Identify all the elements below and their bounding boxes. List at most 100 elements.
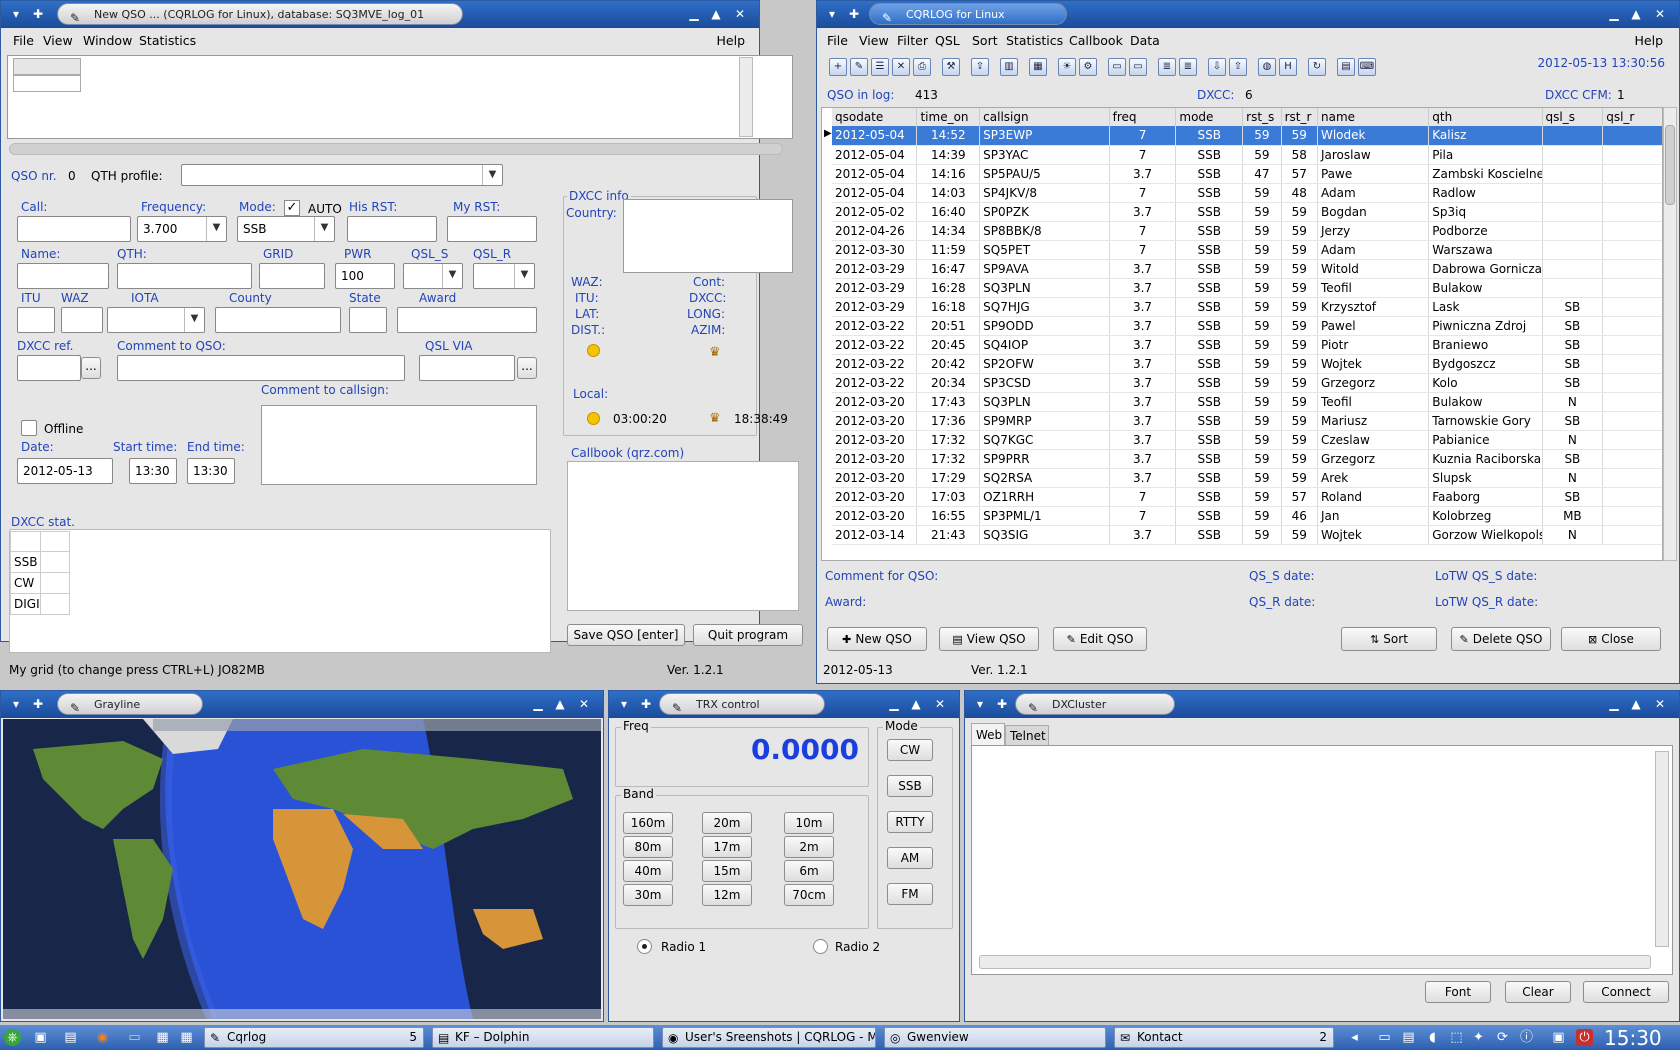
qsl-via-browse-button[interactable]: ... xyxy=(517,357,537,379)
table-row[interactable]: 2012-03-20 17:36 SP9MRP 3.7 SSB 59 59 Mariusz Ta… xyxy=(832,411,1662,431)
minimize-icon[interactable]: ▁ xyxy=(1607,697,1621,711)
table-row[interactable]: 2012-03-20 17:29 SQ2RSA 3.7 SSB 59 59 Arek Slups… xyxy=(832,468,1662,488)
volume-icon[interactable]: ◖ xyxy=(1424,1029,1441,1046)
trx-titlebar[interactable]: ▾ ✚ ✎ TRX control ▁ ▲ ✕ xyxy=(609,691,959,718)
chart-icon[interactable]: ▥ xyxy=(1000,58,1018,76)
power-icon[interactable]: ⏻ xyxy=(1576,1029,1593,1046)
iota-select[interactable]: ▼ xyxy=(107,307,205,333)
task-cqrlog[interactable]: ✎ Cqrlog 5 xyxy=(204,1027,424,1048)
maximize-icon[interactable]: ▲ xyxy=(909,697,923,711)
close-icon[interactable]: ✕ xyxy=(733,7,747,21)
table-row[interactable]: 2012-05-04 14:03 SP4JKV/8 7 SSB 59 48 Adam Radlo… xyxy=(832,183,1662,203)
grayline-titlebar[interactable]: ▾ ✚ ✎ Grayline ▁ ▲ ✕ xyxy=(1,691,603,718)
column-header-qsodate[interactable]: qsodate xyxy=(832,108,918,126)
band-button-80m[interactable]: 80m xyxy=(623,836,673,858)
maximize-icon[interactable]: ▲ xyxy=(553,697,567,711)
pin-icon[interactable]: ✚ xyxy=(31,7,45,21)
end-time-input[interactable]: 13:30 xyxy=(187,458,235,484)
task-browser[interactable]: ◉ User's Sreenshots | CQRLOG - Mo xyxy=(662,1027,876,1048)
table-row[interactable]: 2012-03-20 17:03 OZ1RRH 7 SSB 59 57 Roland Faabo… xyxy=(832,487,1662,507)
sun-icon[interactable]: ☀ xyxy=(1058,58,1076,76)
his-rst-input[interactable] xyxy=(347,216,437,242)
keyboard-icon[interactable]: ⌨ xyxy=(1358,58,1376,76)
arrow-left-icon[interactable]: ◂ xyxy=(1346,1029,1363,1046)
menu-view[interactable]: View xyxy=(43,33,73,48)
minimize-icon[interactable]: ▁ xyxy=(887,697,901,711)
font-button[interactable]: Font xyxy=(1425,981,1491,1003)
column-header-time-on[interactable]: time_on xyxy=(916,108,981,126)
mode-button-cw[interactable]: CW xyxy=(887,739,933,761)
menu-icon[interactable]: ▾ xyxy=(825,7,839,21)
qsl-s-select[interactable]: ▼ xyxy=(403,263,463,289)
previous-qso-grid[interactable] xyxy=(7,55,793,139)
system-icon[interactable]: ▣ xyxy=(32,1029,49,1046)
connect-button[interactable]: Connect xyxy=(1583,981,1669,1003)
pwr-input[interactable]: 100 xyxy=(335,263,395,289)
comment-call-textarea[interactable] xyxy=(261,405,537,485)
frequency-select[interactable]: 3.700 ▼ xyxy=(137,216,227,242)
mode-button-rtty[interactable]: RTTY xyxy=(887,811,933,833)
info-icon[interactable]: ⓘ xyxy=(1518,1029,1535,1046)
start-time-input[interactable]: 13:30 xyxy=(129,458,177,484)
minimize-icon[interactable]: ▁ xyxy=(531,697,545,711)
column-header-freq[interactable]: freq xyxy=(1109,108,1177,126)
dxcluster-titlebar[interactable]: ▾ ✚ ✎ DXCluster ▁ ▲ ✕ xyxy=(965,691,1679,718)
column-header-qsl-s[interactable]: qsl_s xyxy=(1542,108,1604,126)
table-row[interactable]: 2012-05-02 16:40 SP0PZK 3.7 SSB 59 59 Bogdan Sp3… xyxy=(832,202,1662,222)
close-button[interactable]: ⊠ Close xyxy=(1561,627,1661,651)
table-row[interactable]: 2012-05-04 14:52 SP3EWP 7 SSB 59 59 Wlodek Kalis… xyxy=(832,126,1662,146)
menu-icon[interactable]: ▾ xyxy=(617,697,631,711)
auto-checkbox[interactable]: ✓ xyxy=(284,200,300,216)
menu-statistics[interactable]: Statistics xyxy=(139,33,196,48)
band-button-15m[interactable]: 15m xyxy=(702,860,752,882)
log-vscroll-thumb[interactable] xyxy=(1665,125,1675,205)
table-icon[interactable]: ▦ xyxy=(1029,58,1047,76)
edit-qso-button[interactable]: ✎ Edit QSO xyxy=(1053,627,1147,651)
qth-profile-select[interactable]: ▼ xyxy=(181,164,503,186)
menu-file[interactable]: File xyxy=(827,33,848,48)
qsl-via-input[interactable] xyxy=(419,355,515,381)
network-icon[interactable]: ⬚ xyxy=(1448,1029,1465,1046)
band-button-20m[interactable]: 20m xyxy=(702,812,752,834)
menu-data[interactable]: Data xyxy=(1130,33,1160,48)
table-row[interactable]: 2012-03-20 17:32 SQ7KGC 3.7 SSB 59 59 Czeslaw Pa… xyxy=(832,430,1662,450)
table-row[interactable]: 2012-03-22 20:34 SP3CSD 3.7 SSB 59 59 Grzegorz K… xyxy=(832,373,1662,393)
table-row[interactable]: 2012-04-26 14:34 SP8BBK/8 7 SSB 59 59 Jerzy Podb… xyxy=(832,221,1662,241)
radio-icon[interactable]: ▤ xyxy=(1337,58,1355,76)
tools-icon[interactable]: ⚒ xyxy=(942,58,960,76)
column-header-callsign[interactable]: callsign xyxy=(979,108,1110,126)
dx-hscroll[interactable] xyxy=(979,955,1651,969)
tab-telnet[interactable]: Telnet xyxy=(1005,725,1049,745)
table-row[interactable]: 2012-03-22 20:51 SP9ODD 3.7 SSB 59 59 Pawel Piwn… xyxy=(832,316,1662,336)
edit-qso-icon[interactable]: ✎ xyxy=(850,58,868,76)
update-icon[interactable]: ⟳ xyxy=(1494,1029,1511,1046)
table-row[interactable]: 2012-03-30 11:59 SQ5PET 7 SSB 59 59 Adam Warszaw… xyxy=(832,240,1662,260)
column-header-name[interactable]: name xyxy=(1317,108,1430,126)
pin-icon[interactable]: ✚ xyxy=(639,697,653,711)
menu-icon[interactable]: ▾ xyxy=(9,7,23,21)
firefox-icon[interactable]: ◉ xyxy=(94,1029,111,1046)
tab-web[interactable]: Web xyxy=(971,723,1005,745)
column-header-rst-r[interactable]: rst_r xyxy=(1281,108,1318,126)
band-button-12m[interactable]: 12m xyxy=(702,884,752,906)
quit-program-button[interactable]: Quit program xyxy=(693,624,803,646)
new-qso-button[interactable]: ✚ New QSO xyxy=(827,627,927,651)
desktop-pager-icon[interactable]: ▦ xyxy=(178,1029,195,1046)
close-icon[interactable]: ✕ xyxy=(1653,697,1667,711)
table-row[interactable]: 2012-03-22 20:45 SQ4IOP 3.7 SSB 59 59 Piotr Bran… xyxy=(832,335,1662,355)
qsl-r-select[interactable]: ▼ xyxy=(473,263,535,289)
table-row[interactable]: 2012-03-20 16:55 SP3PML/1 7 SSB 59 46 Jan Kolobr… xyxy=(832,506,1662,526)
task-dolphin[interactable]: ▤ KF – Dolphin xyxy=(432,1027,654,1048)
add-qso-icon[interactable]: + xyxy=(829,58,847,76)
band-button-10m[interactable]: 10m xyxy=(784,812,834,834)
grid-hscroll[interactable] xyxy=(9,143,783,155)
menu-callbook[interactable]: Callbook xyxy=(1069,33,1123,48)
view-qso-button[interactable]: ▤ View QSO xyxy=(939,627,1039,651)
view-qso-icon[interactable]: ☰ xyxy=(871,58,889,76)
table-row[interactable]: 2012-03-29 16:47 SP9AVA 3.7 SSB 59 59 Witold Dab… xyxy=(832,259,1662,279)
grid-input[interactable] xyxy=(259,263,325,289)
kde-menu-icon[interactable]: ⎈ xyxy=(4,1029,21,1046)
close-icon[interactable]: ✕ xyxy=(933,697,947,711)
delete-qso-button[interactable]: ✎ Delete QSO xyxy=(1451,627,1551,651)
document2-icon[interactable]: ▭ xyxy=(1129,58,1147,76)
